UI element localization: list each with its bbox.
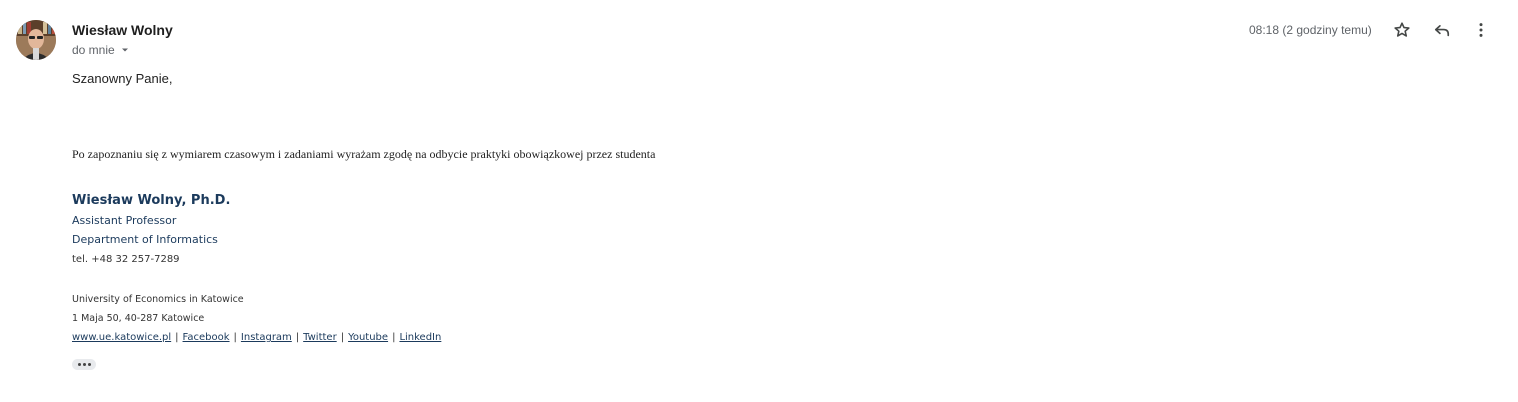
youtube-link[interactable]: Youtube — [348, 332, 388, 343]
more-options-button[interactable] — [1469, 18, 1493, 42]
instagram-link[interactable]: Instagram — [241, 332, 292, 343]
more-vert-icon — [1471, 20, 1491, 40]
signature-department: Department of Informatics — [72, 233, 218, 246]
signature-address: 1 Maja 50, 40-287 Katowice — [72, 313, 205, 324]
show-trimmed-content-button[interactable] — [72, 359, 96, 370]
sender-avatar[interactable] — [16, 20, 56, 60]
ellipsis-icon — [77, 363, 81, 366]
ellipsis-icon — [87, 363, 91, 366]
link-separator: | — [392, 332, 396, 343]
link-separator: | — [340, 332, 345, 343]
signature-title: Assistant Professor — [72, 214, 177, 227]
chevron-down-icon — [119, 44, 131, 56]
star-icon — [1392, 20, 1412, 40]
email-greeting: Szanowny Panie, — [72, 71, 173, 86]
link-separator: | — [175, 332, 179, 343]
message-timestamp: 08:18 (2 godziny temu) — [1249, 23, 1372, 37]
recipient-label: do mnie — [72, 43, 115, 57]
facebook-link[interactable]: Facebook — [183, 332, 230, 343]
signature-links: www.ue.katowice.pl | Facebook | Instagram | Tw… — [72, 331, 441, 345]
signature-university: University of Economics in Katowice — [72, 294, 244, 305]
link-separator: | — [233, 332, 237, 343]
avatar-photo — [16, 20, 56, 60]
email-body-text: Po zapoznaniu się z wymiarem czasowym i … — [72, 147, 656, 161]
star-button[interactable] — [1390, 18, 1414, 42]
sender-name[interactable]: Wiesław Wolny — [72, 21, 173, 39]
reply-icon — [1432, 20, 1452, 40]
website-link[interactable]: www.ue.katowice.pl — [72, 332, 171, 343]
twitter-link[interactable]: Twitter — [303, 332, 337, 343]
ellipsis-icon — [82, 363, 86, 366]
signature-phone: tel. +48 32 257-7289 — [72, 254, 180, 265]
recipient-details-toggle[interactable]: do mnie — [72, 42, 131, 58]
signature-name: Wiesław Wolny, Ph.D. — [72, 193, 231, 208]
linkedin-link[interactable]: LinkedIn — [399, 332, 441, 343]
link-separator: | — [295, 332, 300, 343]
reply-button[interactable] — [1430, 18, 1454, 42]
